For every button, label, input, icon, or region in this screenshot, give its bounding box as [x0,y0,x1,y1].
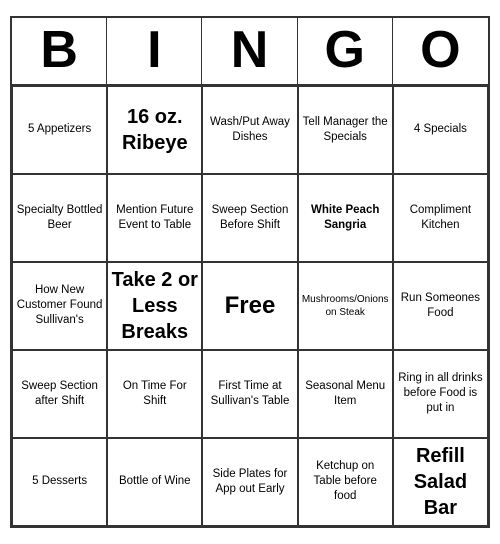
bingo-cell-1: 16 oz. Ribeye [107,86,202,174]
bingo-cell-24: Refill Salad Bar [393,438,488,526]
bingo-cell-20: 5 Desserts [12,438,107,526]
bingo-cell-19: Ring in all drinks before Food is put in [393,350,488,438]
bingo-cell-9: Compliment Kitchen [393,174,488,262]
bingo-letter-b: B [12,18,107,83]
bingo-cell-6: Mention Future Event to Table [107,174,202,262]
bingo-cell-14: Run Someones Food [393,262,488,350]
bingo-cell-7: Sweep Section Before Shift [202,174,297,262]
bingo-cell-12: Free [202,262,297,350]
bingo-cell-5: Specialty Bottled Beer [12,174,107,262]
bingo-cell-23: Ketchup on Table before food [298,438,393,526]
bingo-cell-2: Wash/Put Away Dishes [202,86,297,174]
bingo-header: BINGO [12,18,488,85]
bingo-cell-11: Take 2 or Less Breaks [107,262,202,350]
bingo-card: BINGO 5 Appetizers16 oz. RibeyeWash/Put … [10,16,490,527]
bingo-cell-0: 5 Appetizers [12,86,107,174]
bingo-cell-21: Bottle of Wine [107,438,202,526]
bingo-cell-16: On Time For Shift [107,350,202,438]
bingo-letter-g: G [298,18,393,83]
bingo-cell-22: Side Plates for App out Early [202,438,297,526]
bingo-cell-4: 4 Specials [393,86,488,174]
bingo-letter-n: N [202,18,297,83]
bingo-cell-13: Mushrooms/Onions on Steak [298,262,393,350]
bingo-cell-17: First Time at Sullivan's Table [202,350,297,438]
bingo-letter-o: O [393,18,488,83]
bingo-cell-15: Sweep Section after Shift [12,350,107,438]
bingo-grid: 5 Appetizers16 oz. RibeyeWash/Put Away D… [12,86,488,526]
bingo-cell-18: Seasonal Menu Item [298,350,393,438]
bingo-letter-i: I [107,18,202,83]
bingo-cell-10: How New Customer Found Sullivan's [12,262,107,350]
bingo-cell-8: White Peach Sangria [298,174,393,262]
bingo-cell-3: Tell Manager the Specials [298,86,393,174]
